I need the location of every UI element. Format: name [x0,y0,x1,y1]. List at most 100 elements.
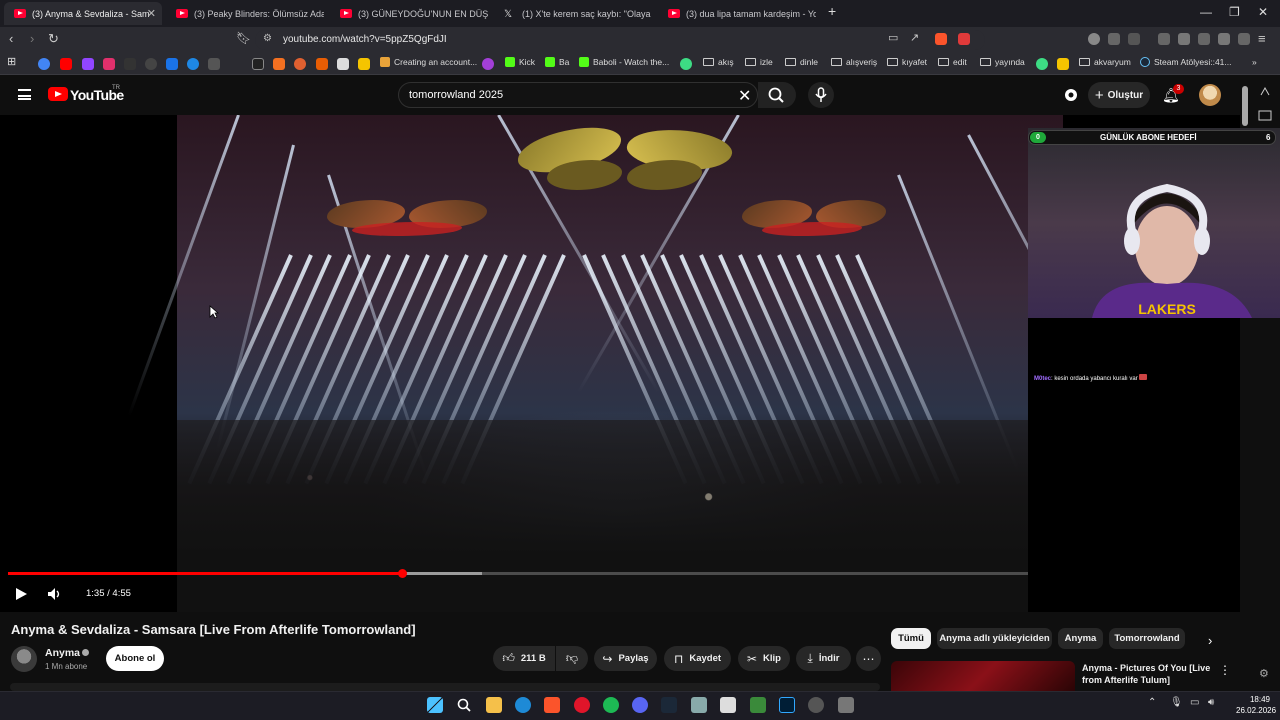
channel-name[interactable]: Anyma [45,647,80,659]
hamburger-menu-icon[interactable] [18,89,31,100]
snipping-tool-icon[interactable] [838,697,854,713]
cast-icon[interactable]: ▭ [888,31,898,44]
recommended-video-thumbnail[interactable] [891,661,1075,691]
spotify-icon[interactable] [603,697,619,713]
bookmark-icon[interactable]: 🔖︎ [236,31,251,45]
x-icon[interactable] [124,58,136,70]
microphone-icon[interactable]: 🎙︎ [1170,697,1183,708]
chip-tomorrowland[interactable]: Tomorrowland [1109,628,1185,649]
apps-grid-icon[interactable]: ⊞ [7,55,16,68]
tab-4[interactable]: (3) dua lipa tamam kardeşim - YouTu [658,2,816,25]
search-button[interactable] [758,82,796,108]
bookmark-folder-dinle[interactable]: dinle [785,57,818,67]
circle-icon[interactable] [680,58,692,70]
instagram-icon[interactable] [103,58,115,70]
chip-anyma[interactable]: Anyma [1058,628,1103,649]
chip-all[interactable]: Tümü [891,628,931,649]
settings-gear-icon[interactable]: ⚙ [1259,667,1269,680]
window-close-icon[interactable]: ✕ [1258,5,1268,19]
save-button[interactable]: ⊓ Kaydet [664,646,731,671]
tab-0[interactable]: (3) Anyma & Sevdaliza - Sam ✕ [4,2,162,25]
edge-icon[interactable] [515,697,531,713]
bookmark-folder-izle[interactable]: izle [745,57,773,67]
twitch-icon[interactable] [82,58,94,70]
bookmark-creating-account[interactable]: Creating an account... [380,57,477,67]
play-button-icon[interactable] [16,588,27,600]
more-options-icon[interactable]: ⋮ [1219,663,1231,677]
dislike-button[interactable]: 👎︎ [556,646,588,671]
bookmark-folder-akvaryum[interactable]: akvaryum [1079,57,1131,67]
chip-from-uploader[interactable]: Anyma adlı yükleyiciden [937,628,1052,649]
windows-start-icon[interactable] [427,697,443,713]
brave-rewards-icon[interactable] [958,33,970,45]
calculator-icon[interactable] [691,697,707,713]
youtube-logo-icon[interactable] [48,87,68,101]
opera-icon[interactable] [574,697,590,713]
shop-icon[interactable] [294,58,306,70]
more-bookmarks-icon[interactable]: » [1252,57,1257,67]
description-box-edge[interactable] [10,683,880,691]
bot-icon[interactable] [482,58,494,70]
volume-icon[interactable] [47,587,63,601]
chevron-right-icon[interactable]: › [1208,633,1212,648]
subscribe-button[interactable]: Abone ol [106,646,164,671]
search-icon[interactable] [456,697,472,713]
back-icon[interactable]: ‹ [9,31,13,46]
picture-in-picture-icon[interactable] [1258,110,1272,122]
bookmark-icon[interactable] [208,58,220,70]
chevron-up-icon[interactable]: ⌃ [1148,697,1156,708]
tab-1[interactable]: (3) Peaky Blinders: Ölümsüz Adam | [166,2,324,25]
brave-shield-icon[interactable] [935,33,947,45]
network-icon[interactable]: ▭ [1190,697,1199,708]
wallet-icon[interactable] [1198,33,1210,45]
address-bar[interactable]: ⚙ youtube.com/watch?v=5ppZ5QgFdJI [255,30,985,50]
channel-avatar[interactable] [11,646,37,672]
share-button[interactable]: ↪ Paylaş [594,646,657,671]
note-icon[interactable] [1057,58,1069,70]
bookmark-steam[interactable]: Steam Atölyesi::41... [1140,57,1231,67]
media-icon[interactable] [1158,33,1170,45]
clip-button[interactable]: ✂ Klip [738,646,790,671]
shield-icon[interactable] [1238,33,1250,45]
github-icon[interactable] [145,58,157,70]
note-icon[interactable] [358,58,370,70]
discord-icon[interactable] [632,697,648,713]
file-explorer-icon[interactable] [486,697,502,713]
close-icon[interactable]: ✕ [147,7,156,20]
speaker-icon[interactable]: 🔊︎ [1208,697,1214,708]
main-menu-icon[interactable]: ≡ [1258,31,1266,46]
bookmark-folder-yayinda[interactable]: yayında [980,57,1025,67]
account-avatar[interactable] [1199,84,1221,106]
reload-icon[interactable]: ↻ [48,31,59,47]
new-tab-icon[interactable]: + [828,3,836,19]
recommended-video-title[interactable]: Anyma - Pictures Of You [Live from After… [1082,662,1212,686]
search-box[interactable]: tomorrowland 2025 ✕ [398,82,758,108]
tab-3[interactable]: 𝕏 (1) X'te kerem saç kaybı: "Olaya bak [494,2,652,25]
drive-icon[interactable] [166,58,178,70]
circle-icon[interactable] [1036,58,1048,70]
sidebar-icon[interactable] [1178,33,1190,45]
bookmark-folder-akis[interactable]: akış [703,57,734,67]
app-icon[interactable] [720,697,736,713]
search-input[interactable]: tomorrowland 2025 [409,89,503,101]
site-info-icon[interactable]: ⚙ [263,33,272,44]
brave-icon[interactable] [544,697,560,713]
system-clock[interactable]: 18:49 26.02.2026 [1236,694,1276,716]
obs-icon[interactable] [808,697,824,713]
page-scrollbar-thumb[interactable] [1242,86,1248,126]
url-text[interactable]: youtube.com/watch?v=5ppZ5QgFdJI [283,34,447,45]
m-icon[interactable] [316,58,328,70]
google-icon[interactable] [38,58,50,70]
pin-icon[interactable] [1258,84,1272,98]
clear-search-icon[interactable]: ✕ [738,86,751,106]
youtube-icon[interactable] [60,58,72,70]
tab-2[interactable]: (3) GÜNEYDOĞU'NUN EN DÜŞÜK PU [330,2,488,25]
like-button[interactable]: 👍︎ 211 B [493,646,555,671]
forward-icon[interactable]: › [30,31,34,46]
create-button[interactable]: + Oluştur [1088,82,1150,108]
restore-icon[interactable]: ❐ [1229,5,1240,19]
amazon-icon[interactable] [337,58,349,70]
bookmark-baboli[interactable]: Baboli - Watch the... [579,57,669,67]
extension-puzzle-icon[interactable] [1063,87,1079,103]
bookmark-folder-edit[interactable]: edit [938,57,967,67]
